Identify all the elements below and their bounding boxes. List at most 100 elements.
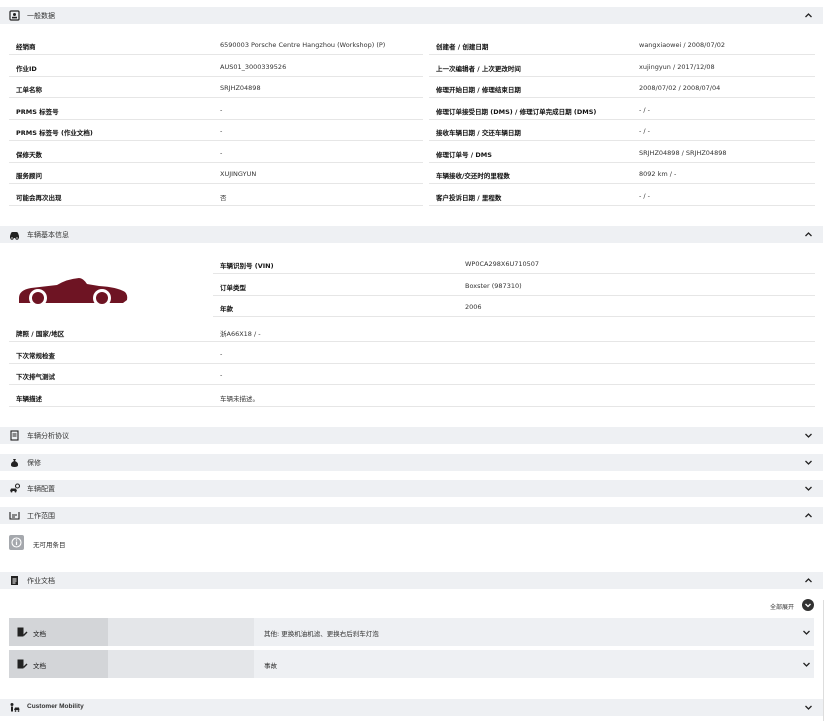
chevron-up-icon[interactable] <box>804 11 813 20</box>
vehicle-row-value: WP0CA298X6U710507 <box>465 260 540 268</box>
vehicle-row: 车辆描述 车辆未描述。 <box>9 386 815 407</box>
money-bag-icon <box>9 457 20 468</box>
general-row-value: - <box>220 148 223 157</box>
vehicle-row-label: 年款 <box>220 305 233 313</box>
work-scope-header[interactable]: 工作范围 <box>0 507 823 524</box>
vehicle-image <box>17 276 129 309</box>
general-row: 创建者 / 创建日期 wangxiaowei / 2008/07/02 <box>429 34 815 55</box>
general-row-value: - / - <box>639 127 651 135</box>
general-row-value: - <box>220 105 223 114</box>
general-row: 工单名称 SRJHZ04898 <box>9 77 423 98</box>
doc-item-label: 文档 <box>33 662 46 670</box>
chevron-down-icon[interactable] <box>802 628 811 637</box>
warranty-title: 保修 <box>27 459 41 467</box>
side-panel-edge[interactable] <box>823 600 829 721</box>
doc-item-desc: 其他: 更换机油机滤、更换右后刹车灯泡 <box>264 630 379 638</box>
general-row-value: AUS01_3000339526 <box>220 62 287 71</box>
no-entries-text: 无可用条目 <box>33 541 66 549</box>
chevron-up-icon[interactable] <box>804 511 813 520</box>
general-row-value: - / - <box>639 105 651 114</box>
general-row-value: 2008/07/02 / 2008/07/04 <box>639 84 721 92</box>
general-row-label: 可能会再次出现 <box>16 193 62 202</box>
general-row-label: 客户投诉日期 / 里程数 <box>436 193 502 202</box>
chevron-down-icon[interactable] <box>804 703 813 712</box>
general-row-label: 接收车辆日期 / 交还车辆日期 <box>436 129 521 137</box>
general-row-value: XUJINGYUN <box>220 170 257 178</box>
general-row-value: 8092 km / - <box>639 170 677 178</box>
vehicle-row: 下次排气测试 - <box>9 364 815 385</box>
general-row-label: 修理订单接受日期 (DMS) / 修理订单完成日期 (DMS) <box>436 107 597 116</box>
vehicle-row-value: 2006 <box>465 303 482 311</box>
general-row-value: 否 <box>220 193 227 202</box>
general-row-label: 服务顾问 <box>16 172 42 180</box>
chevron-down-icon[interactable] <box>802 660 811 669</box>
vehicle-config-header[interactable]: 车辆配置 <box>0 480 823 497</box>
general-row-label: 上一次编辑者 / 上次更改时间 <box>436 64 521 73</box>
document-pen-icon <box>17 659 28 669</box>
work-scope-title: 工作范围 <box>27 512 55 520</box>
general-row-value: - <box>220 127 223 135</box>
general-row-label: PRMS 标签号 <box>16 107 59 116</box>
vehicle-row-value: 浙A66X18 / - <box>220 330 261 338</box>
vehicle-row: 年款 2006 <box>213 296 815 317</box>
general-row: PRMS 标签号 - <box>9 99 423 120</box>
vehicle-row: 牌照 / 国家/地区 浙A66X18 / - <box>9 321 815 342</box>
customer-mobility-header[interactable]: Customer Mobility <box>0 699 823 716</box>
general-data-header[interactable]: 一般数据 <box>0 7 823 24</box>
general-row: 修理订单号 / DMS SRJHZ04898 / SRJHZ04898 <box>429 142 815 163</box>
customer-mobility-title: Customer Mobility <box>27 703 84 710</box>
vehicle-config-title: 车辆配置 <box>27 485 55 493</box>
general-row-value: SRJHZ04898 / SRJHZ04898 <box>639 148 727 157</box>
general-row: PRMS 标签号 (作业文档) - <box>9 120 423 141</box>
car-icon <box>9 229 20 240</box>
general-row-label: 作业ID <box>16 64 37 73</box>
vehicle-analysis-header[interactable]: 车辆分析协议 <box>0 427 823 444</box>
vehicle-analysis-title: 车辆分析协议 <box>27 432 69 440</box>
expand-all-label[interactable]: 全部展开 <box>770 602 794 611</box>
general-row: 服务顾问 XUJINGYUN <box>9 163 423 184</box>
general-row-value: xujingyun / 2017/12/08 <box>639 62 715 71</box>
vehicle-row: 订单类型 Boxster (987310) <box>213 275 815 296</box>
general-row-label: PRMS 标签号 (作业文档) <box>16 129 93 137</box>
doc-item-desc: 事故 <box>264 662 277 670</box>
vehicle-row-label: 下次常规检查 <box>16 351 55 360</box>
general-row: 可能会再次出现 否 <box>9 185 423 206</box>
vehicle-info-header[interactable]: 车辆基本信息 <box>0 226 823 243</box>
general-row-label: 保修天数 <box>16 150 42 159</box>
general-row-label: 修理订单号 / DMS <box>436 150 492 159</box>
chevron-down-icon[interactable] <box>804 484 813 493</box>
vehicle-row: 下次常规检查 - <box>9 343 815 364</box>
info-icon <box>9 535 24 550</box>
document-icon <box>9 575 20 586</box>
vehicle-row-value: Boxster (987310) <box>465 281 522 290</box>
general-row-value: - / - <box>639 191 651 200</box>
general-row-value: 6590003 Porsche Centre Hangzhou (Worksho… <box>220 41 386 49</box>
vehicle-row-label: 车辆描述 <box>16 394 42 403</box>
general-row: 保修天数 - <box>9 142 423 163</box>
doc-item[interactable]: 文档 事故 <box>9 650 814 678</box>
general-row: 修理订单接受日期 (DMS) / 修理订单完成日期 (DMS) - / - <box>429 99 815 120</box>
wrench-box-icon <box>9 510 20 521</box>
document-pen-icon <box>17 627 28 637</box>
chevron-up-icon[interactable] <box>804 576 813 585</box>
work-docs-header[interactable]: 作业文档 <box>0 572 823 589</box>
expand-all-icon[interactable] <box>802 599 814 611</box>
general-row: 修理开始日期 / 修理结束日期 2008/07/02 / 2008/07/04 <box>429 77 815 98</box>
chevron-down-icon[interactable] <box>804 431 813 440</box>
vehicle-row-label: 牌照 / 国家/地区 <box>16 330 65 338</box>
general-row-label: 经销商 <box>16 43 36 51</box>
general-row-label: 车辆接收/交还时的里程数 <box>436 172 510 180</box>
general-row: 接收车辆日期 / 交还车辆日期 - / - <box>429 120 815 141</box>
vehicle-info-title: 车辆基本信息 <box>27 231 69 239</box>
car-settings-icon <box>9 483 20 494</box>
vehicle-row-value: - <box>220 371 223 379</box>
general-row: 车辆接收/交还时的里程数 8092 km / - <box>429 163 815 184</box>
general-row-label: 修理开始日期 / 修理结束日期 <box>436 86 521 94</box>
chevron-up-icon[interactable] <box>804 230 813 239</box>
warranty-header[interactable]: 保修 <box>0 454 823 471</box>
doc-item[interactable]: 文档 其他: 更换机油机滤、更换右后刹车灯泡 <box>9 618 814 646</box>
general-row: 客户投诉日期 / 里程数 - / - <box>429 185 815 206</box>
chevron-down-icon[interactable] <box>804 458 813 467</box>
vehicle-row-label: 下次排气测试 <box>16 373 55 381</box>
vehicle-row-value: 车辆未描述。 <box>220 394 259 403</box>
